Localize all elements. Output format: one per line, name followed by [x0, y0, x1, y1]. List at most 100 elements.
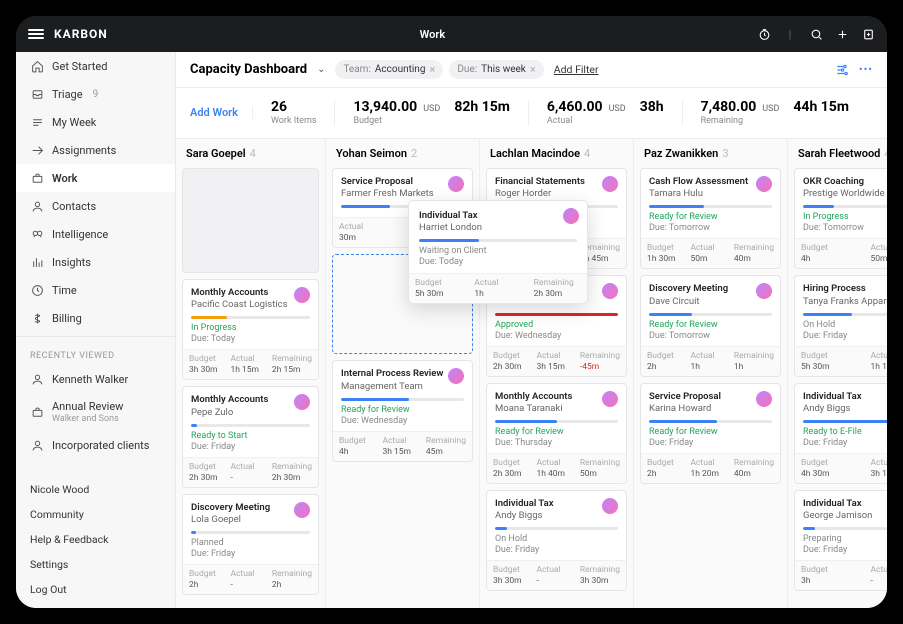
- filter-chip[interactable]: Due:This week×: [449, 60, 543, 79]
- column-header: Sara Goepel4: [176, 139, 325, 168]
- more-options-icon[interactable]: •••: [859, 63, 873, 76]
- recent-item[interactable]: Kenneth Walker: [16, 365, 175, 393]
- stat-label: Budget: [353, 116, 509, 128]
- work-card[interactable]: Individual TaxAndy BiggsReady to E-FileD…: [794, 383, 887, 484]
- work-card[interactable]: Discovery MeetingLola GoepelPlannedDue: …: [182, 494, 319, 595]
- card-metric: Remaining2h 30m: [266, 458, 318, 487]
- card-due: Due: Tomorrow: [649, 331, 772, 341]
- bottom-nav-help-feedback[interactable]: Help & Feedback: [16, 527, 175, 552]
- card-metrics: Budget2hActual-Remaining2h: [183, 564, 318, 594]
- sidebar-item-assignments[interactable]: Assignments: [16, 136, 175, 164]
- sidebar-item-billing[interactable]: Billing: [16, 304, 175, 332]
- sidebar-item-label: Triage: [52, 88, 83, 101]
- search-icon[interactable]: [809, 27, 823, 41]
- card-subtitle: Management Team: [341, 381, 464, 392]
- progress-track: [649, 313, 772, 316]
- card-status: Ready for Review: [649, 212, 772, 222]
- avatar: [602, 176, 618, 192]
- card-title: Monthly Accounts: [191, 287, 310, 298]
- remove-filter-icon[interactable]: ×: [530, 63, 536, 76]
- sidebar-item-get-started[interactable]: Get Started: [16, 52, 175, 80]
- filter-chip[interactable]: Team:Accounting×: [335, 60, 443, 79]
- summary-stat: 7,480.00USD44h 15mRemaining: [701, 98, 849, 128]
- work-card[interactable]: Individual TaxGeorge JamisonPreparingDue…: [794, 490, 887, 591]
- work-card[interactable]: Service ProposalKarina HowardReady for R…: [640, 383, 781, 484]
- work-card[interactable]: Hiring ProcessTanya Franks ApparelOn Hol…: [794, 275, 887, 376]
- sidebar-item-contacts[interactable]: Contacts: [16, 192, 175, 220]
- work-card[interactable]: Monthly AccountsPepe ZuloReady to StartD…: [182, 386, 319, 487]
- stat-value: 6,460.00: [547, 98, 603, 116]
- column-name: Sarah Fleetwood: [798, 147, 880, 160]
- progress-track: [191, 316, 310, 319]
- card-due: Due: Wednesday: [495, 331, 618, 341]
- card-subtitle: Tanya Franks Apparel: [803, 296, 887, 307]
- sidebar-item-intelligence[interactable]: Intelligence: [16, 220, 175, 248]
- hamburger-menu-icon[interactable]: [28, 29, 44, 39]
- remove-filter-icon[interactable]: ×: [429, 63, 435, 76]
- sidebar-item-label: Work: [52, 172, 77, 185]
- card-metrics: Budget2h 30mActual3h 15mRemaining-45m: [487, 346, 626, 376]
- card-title: Individual Tax: [419, 210, 577, 221]
- bottom-nav-settings[interactable]: Settings: [16, 552, 175, 577]
- sidebar-item-time[interactable]: Time: [16, 276, 175, 304]
- work-card[interactable]: Individual TaxAndy BiggsOn HoldDue: Frid…: [486, 490, 627, 591]
- card-title: Discovery Meeting: [649, 283, 772, 294]
- card-metric: Remaining40m: [728, 239, 780, 268]
- recent-sub: Walker and Sons: [52, 414, 123, 424]
- card-metric: Actual3h 15m: [376, 432, 419, 461]
- lines-icon: [30, 115, 44, 129]
- sidebar-item-work[interactable]: Work: [16, 164, 175, 192]
- sidebar-item-triage[interactable]: Triage9: [16, 80, 175, 108]
- recent-item[interactable]: Incorporated clients: [16, 431, 175, 459]
- work-card[interactable]: Cash Flow AssessmentTamara HuluReady for…: [640, 168, 781, 269]
- card-metric: Budget2h: [641, 347, 684, 376]
- add-icon[interactable]: [835, 27, 849, 41]
- filter-value: Accounting: [375, 64, 426, 75]
- home-icon: [30, 59, 44, 73]
- card-metrics: Budget2hActual1h 20mRemaining40m: [641, 453, 780, 483]
- avatar: [294, 287, 310, 303]
- card-metric: Actual-: [224, 565, 265, 594]
- work-card[interactable]: Monthly AccountsMoana TaranakiReady for …: [486, 383, 627, 484]
- bottom-nav-community[interactable]: Community: [16, 502, 175, 527]
- card-metric: Actual-: [224, 458, 265, 487]
- card-metric: Actual50m: [865, 239, 888, 268]
- card-status: Planned: [191, 538, 310, 548]
- card-metric: Actual1h 40m: [530, 454, 573, 483]
- stat-value: 13,940.00: [353, 98, 417, 116]
- bottom-nav-nicole-wood[interactable]: Nicole Wood: [16, 477, 175, 502]
- card-placeholder: [182, 168, 319, 273]
- add-filter-link[interactable]: Add Filter: [554, 63, 599, 76]
- work-card[interactable]: Monthly AccountsPacific Coast LogisticsI…: [182, 279, 319, 380]
- card-title: Hiring Process: [803, 283, 887, 294]
- card-status: On Hold: [495, 534, 618, 544]
- card-metrics: Budget2h 30mActual-Remaining2h 30m: [183, 457, 318, 487]
- recent-item[interactable]: Annual ReviewWalker and Sons: [16, 393, 175, 431]
- card-metric: Budget3h 30m: [183, 350, 224, 379]
- work-card[interactable]: Discovery MeetingDave CircuitReady for R…: [640, 275, 781, 376]
- card-metrics: Budget3h 30mActual1h 15mRemaining2h 15m: [183, 349, 318, 379]
- card-metric: Actual30m: [333, 218, 403, 247]
- progress-track: [191, 531, 310, 534]
- timer-icon[interactable]: [757, 27, 771, 41]
- card-metric: Remaining2h: [266, 565, 318, 594]
- sidebar-item-my-week[interactable]: My Week: [16, 108, 175, 136]
- dollar-icon: [30, 311, 44, 325]
- note-icon[interactable]: [861, 27, 875, 41]
- bottom-nav-log-out[interactable]: Log Out: [16, 577, 175, 602]
- avatar: [602, 391, 618, 407]
- card-subtitle: Pepe Zulo: [191, 407, 310, 418]
- card-subtitle: Moana Taranaki: [495, 403, 618, 414]
- sidebar-item-insights[interactable]: Insights: [16, 248, 175, 276]
- work-card[interactable]: Internal Process ReviewManagement TeamRe…: [332, 360, 473, 461]
- card-metric: Remaining40m: [728, 454, 780, 483]
- chevron-down-icon[interactable]: ⌄: [317, 64, 325, 75]
- arrow-icon: [30, 143, 44, 157]
- filter-sliders-icon[interactable]: [835, 63, 849, 77]
- column-name: Sara Goepel: [186, 147, 246, 160]
- add-work-button[interactable]: Add Work: [190, 106, 253, 119]
- card-metric: Budget4h: [333, 432, 376, 461]
- work-card[interactable]: OKR CoachingPrestige WorldwideIn Progres…: [794, 168, 887, 269]
- card-popover[interactable]: Individual Tax Harriet London Waiting on…: [408, 200, 588, 304]
- card-metric: Budget2h 30m: [487, 454, 530, 483]
